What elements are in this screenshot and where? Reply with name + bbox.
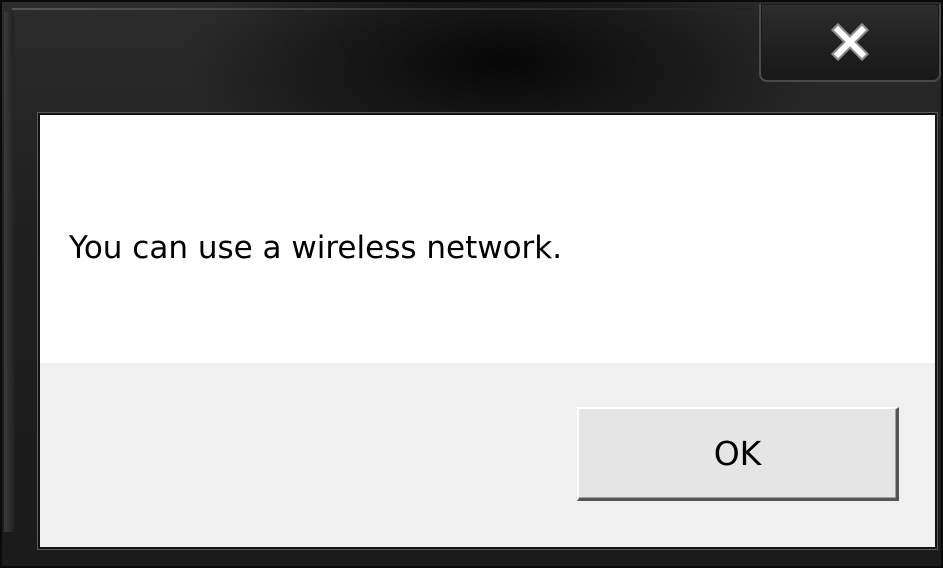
dialog-window: You can use a wireless network. OK: [0, 0, 943, 568]
dialog-message: You can use a wireless network.: [69, 230, 563, 266]
close-button[interactable]: [759, 4, 941, 82]
message-area: You can use a wireless network.: [40, 115, 935, 363]
dialog-content: You can use a wireless network. OK: [38, 113, 937, 549]
close-icon: [761, 22, 939, 62]
button-area: OK: [40, 363, 935, 547]
ok-button[interactable]: OK: [577, 407, 899, 501]
window-frame-edge: [4, 12, 14, 532]
title-bar-highlight: [12, 8, 752, 10]
